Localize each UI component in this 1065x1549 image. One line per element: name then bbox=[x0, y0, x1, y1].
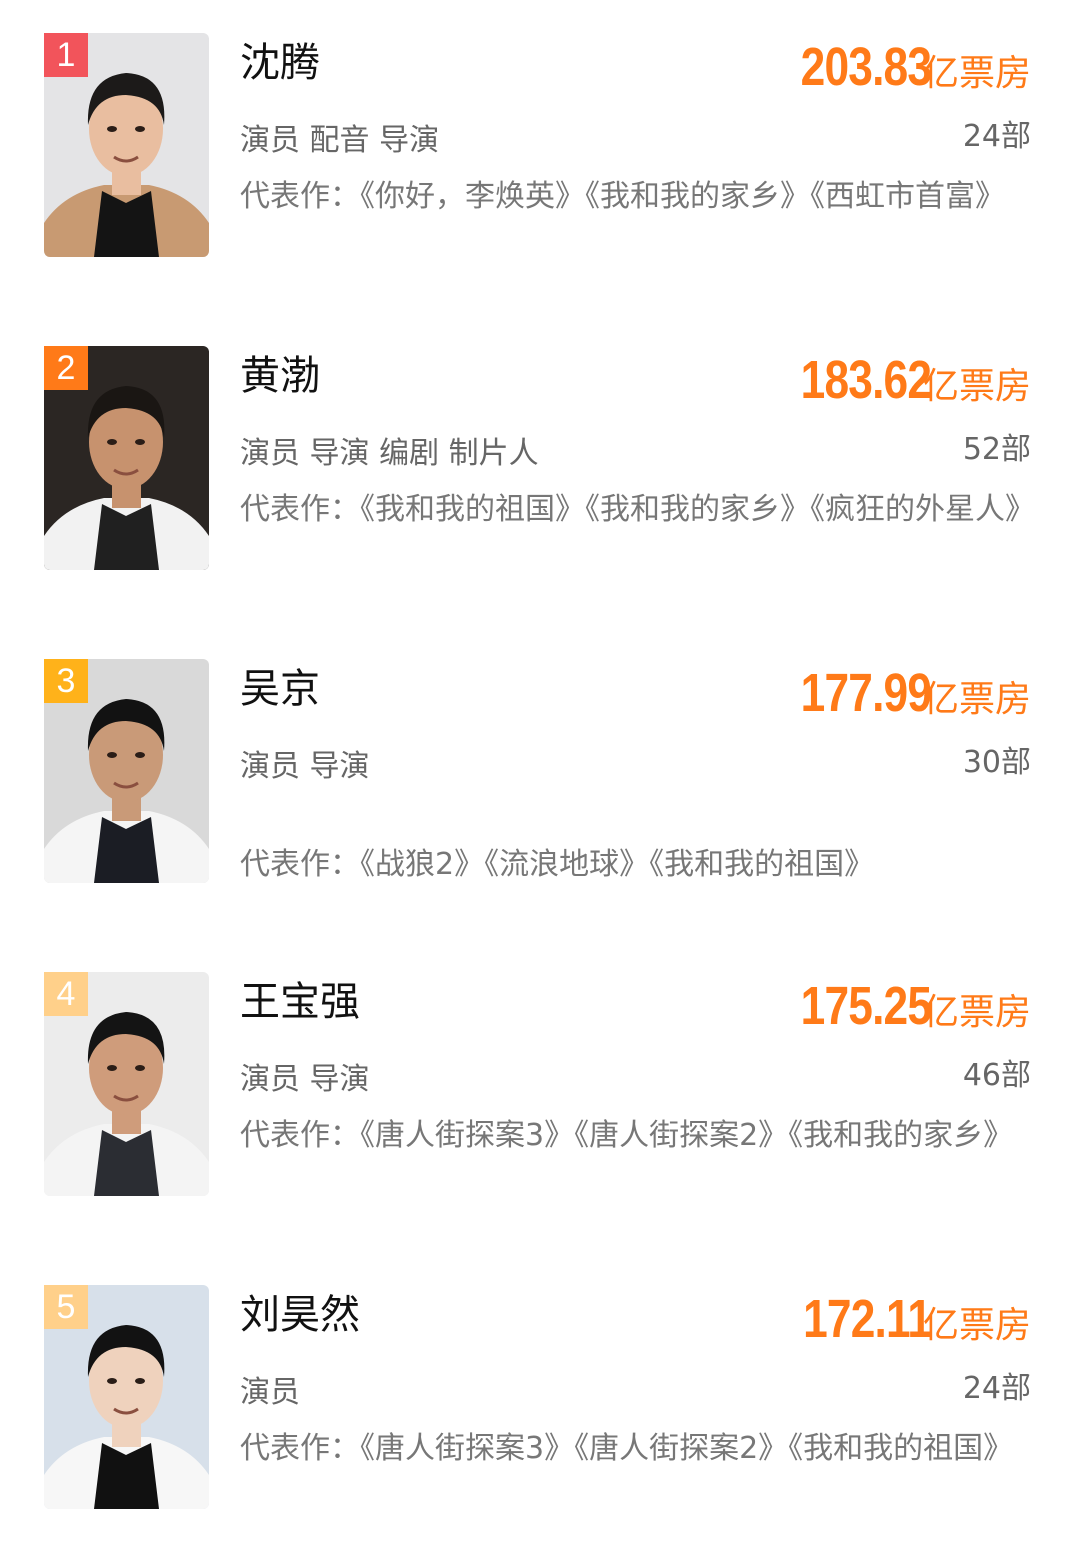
box-office-unit: 亿票房 bbox=[922, 679, 1031, 720]
box-office: 172.11亿票房 bbox=[775, 1291, 1031, 1360]
actor-roles: 演员 导演 编剧 制片人 bbox=[240, 436, 539, 471]
actor-name[interactable]: 王宝强 bbox=[240, 976, 360, 1028]
works-count: 46部 bbox=[962, 1058, 1031, 1093]
box-office-unit: 亿票房 bbox=[922, 992, 1031, 1033]
representative-works: 代表作：《唐人街探案3》《唐人街探案2》《我和我的家乡》 bbox=[240, 1118, 1014, 1153]
actor-name[interactable]: 刘昊然 bbox=[240, 1289, 360, 1341]
box-office-value: 172.11 bbox=[802, 1289, 932, 1349]
representative-works: 代表作：《唐人街探案3》《唐人街探案2》《我和我的祖国》 bbox=[240, 1431, 1014, 1466]
box-office-value: 203.83 bbox=[800, 37, 931, 97]
box-office-value: 177.99 bbox=[800, 663, 931, 723]
box-office: 175.25亿票房 bbox=[772, 978, 1031, 1047]
ranking-item[interactable]: 4 王宝强 175.25亿票房 演员 导演 46部 代表作：《唐人街探案3》《唐… bbox=[0, 972, 1065, 1198]
box-office: 177.99亿票房 bbox=[772, 665, 1031, 734]
actor-name[interactable]: 吴京 bbox=[240, 663, 320, 715]
box-office: 203.83亿票房 bbox=[772, 39, 1031, 108]
rank-badge: 4 bbox=[44, 972, 88, 1016]
rank-badge: 1 bbox=[44, 33, 88, 77]
actor-roles: 演员 配音 导演 bbox=[240, 123, 440, 158]
representative-works: 代表作：《战狼2》《流浪地球》《我和我的祖国》 bbox=[240, 847, 875, 882]
works-count: 24部 bbox=[962, 119, 1031, 154]
box-office-value: 183.62 bbox=[800, 350, 931, 410]
actor-name[interactable]: 黄渤 bbox=[240, 350, 320, 402]
rank-badge: 3 bbox=[44, 659, 88, 703]
actor-roles: 演员 bbox=[240, 1375, 300, 1410]
ranking-item[interactable]: 2 黄渤 183.62亿票房 演员 导演 编剧 制片人 52部 代表作：《我和我… bbox=[0, 346, 1065, 572]
works-count: 52部 bbox=[962, 432, 1031, 467]
representative-works: 代表作：《我和我的祖国》《我和我的家乡》《疯狂的外星人》 bbox=[240, 492, 1035, 527]
box-office-unit: 亿票房 bbox=[922, 53, 1031, 94]
works-count: 30部 bbox=[962, 745, 1031, 780]
rank-badge: 5 bbox=[44, 1285, 88, 1329]
ranking-item[interactable]: 5 刘昊然 172.11亿票房 演员 24部 代表作：《唐人街探案3》《唐人街探… bbox=[0, 1285, 1065, 1511]
rank-badge: 2 bbox=[44, 346, 88, 390]
representative-works: 代表作：《你好，李焕英》《我和我的家乡》《西虹市首富》 bbox=[240, 179, 1005, 214]
actor-name[interactable]: 沈腾 bbox=[240, 37, 320, 89]
box-office: 183.62亿票房 bbox=[772, 352, 1031, 421]
ranking-item[interactable]: 1 沈腾 203.83亿票房 演员 配音 导演 24部 代表作：《你好，李焕英》… bbox=[0, 33, 1065, 259]
works-count: 24部 bbox=[962, 1371, 1031, 1406]
ranking-item[interactable]: 3 吴京 177.99亿票房 演员 导演 30部 代表作：《战狼2》《流浪地球》… bbox=[0, 659, 1065, 885]
actor-roles: 演员 导演 bbox=[240, 1062, 370, 1097]
box-office-value: 175.25 bbox=[800, 976, 931, 1036]
box-office-unit: 亿票房 bbox=[922, 366, 1031, 407]
actor-roles: 演员 导演 bbox=[240, 749, 370, 784]
box-office-unit: 亿票房 bbox=[922, 1305, 1031, 1346]
